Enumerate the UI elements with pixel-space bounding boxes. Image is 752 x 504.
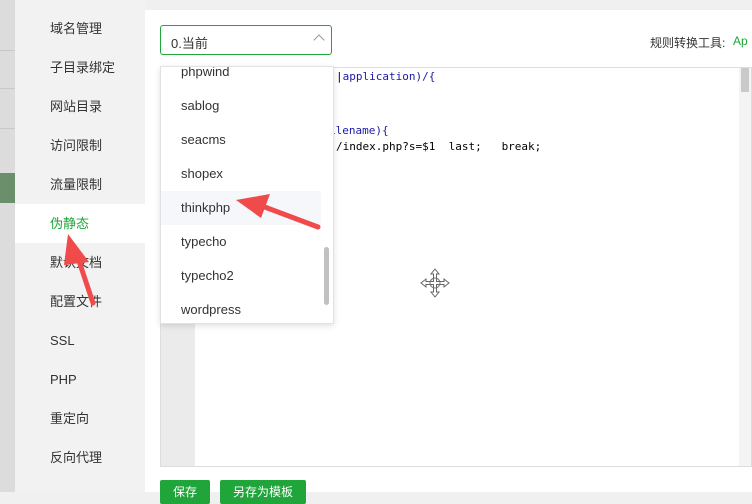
chevron-up-icon: [313, 34, 325, 46]
sidebar-item-domain[interactable]: 域名管理: [15, 9, 145, 48]
code-line: |application)/{: [336, 70, 436, 83]
sidebar-item-default-doc[interactable]: 默认文档: [15, 243, 145, 282]
dropdown-option[interactable]: wordpress: [161, 293, 321, 323]
code-line: /index.php?s=$1 last; break;: [336, 140, 542, 153]
background-divider: [0, 88, 15, 89]
rule-converter-link[interactable]: Ap: [733, 34, 748, 48]
sidebar-item-subdir-binding[interactable]: 子目录绑定: [15, 48, 145, 87]
dropdown-option[interactable]: typecho2: [161, 259, 321, 293]
sidebar-item-access-limit[interactable]: 访问限制: [15, 126, 145, 165]
sidebar-item-config-file[interactable]: 配置文件: [15, 282, 145, 321]
sidebar-item-redirect[interactable]: 重定向: [15, 399, 145, 438]
background-overlay: [0, 0, 15, 492]
save-button[interactable]: 保存: [160, 480, 210, 504]
dropdown-option[interactable]: sablog: [161, 89, 321, 123]
code-line: ilename){: [329, 124, 389, 137]
select-value: 0.当前: [171, 36, 208, 51]
move-cursor-icon: [420, 268, 450, 298]
sidebar-item-php[interactable]: PHP: [15, 360, 145, 399]
sidebar-item-rewrite[interactable]: 伪静态: [15, 204, 145, 243]
background-green-bar: [0, 173, 15, 203]
dropdown-scrollbar-thumb[interactable]: [324, 247, 329, 305]
dropdown-option[interactable]: shopex: [161, 157, 321, 191]
editor-scrollbar[interactable]: [739, 68, 751, 466]
sidebar-item-site-directory[interactable]: 网站目录: [15, 87, 145, 126]
dropdown-option[interactable]: typecho: [161, 225, 321, 259]
scrollbar-thumb[interactable]: [741, 68, 749, 92]
sidebar-item-traffic-limit[interactable]: 流量限制: [15, 165, 145, 204]
sidebar-item-reverse-proxy[interactable]: 反向代理: [15, 438, 145, 477]
dropdown-option[interactable]: seacms: [161, 123, 321, 157]
template-dropdown-list: phpwind sablog seacms shopex thinkphp ty…: [160, 66, 334, 324]
sidebar-item-ssl[interactable]: SSL: [15, 321, 145, 360]
dropdown-option[interactable]: phpwind: [161, 67, 321, 89]
background-divider: [0, 128, 15, 129]
save-as-template-button[interactable]: 另存为模板: [220, 480, 306, 504]
background-divider: [0, 50, 15, 51]
rule-converter-label: 规则转换工具:: [650, 36, 726, 50]
dropdown-option-thinkphp[interactable]: thinkphp: [161, 191, 321, 225]
site-settings-sidebar: 域名管理 子目录绑定 网站目录 访问限制 流量限制 伪静态 默认文档 配置文件 …: [15, 0, 145, 492]
rewrite-template-select[interactable]: 0.当前: [160, 25, 332, 55]
